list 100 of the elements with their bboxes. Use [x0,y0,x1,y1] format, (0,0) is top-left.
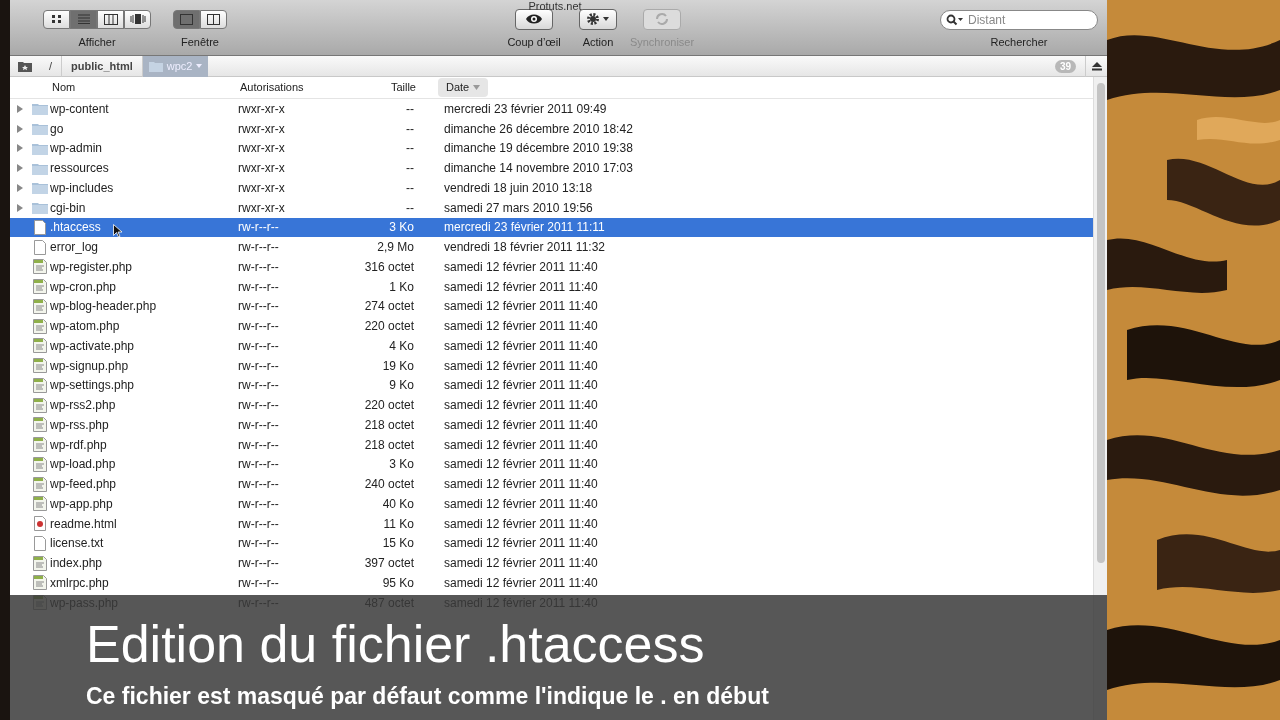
date-cell-text: samedi 12 février 2011 11:40 [444,535,598,553]
date-cell-text: mercredi 23 février 2011 11:11 [444,219,605,237]
file-name: wp-rdf.php [50,437,107,452]
script-file-icon [33,318,47,334]
file-name: wp-feed.php [50,477,117,492]
permissions-cell-text: rw-r--r-- [238,416,280,434]
date-cell-text: samedi 12 février 2011 11:40 [444,436,598,454]
view-mode-button[interactable] [124,9,151,29]
file-name: license.txt [50,536,104,551]
web-file-icon [34,516,46,532]
favorites-folder-icon [18,60,32,72]
size-cell-text: 2,9 Mo [376,239,414,257]
file-name: wp-blog-header.php [50,299,157,314]
permissions-cell-text: rw-r--r-- [238,377,280,395]
file-name: wp-register.php [50,259,133,274]
size-cell-text: -- [405,199,414,217]
size-cell-text: 397 octet [363,555,414,573]
path-crumb[interactable]: / [40,55,63,77]
date-cell-text: samedi 12 février 2011 11:40 [444,377,598,395]
permissions-cell-text: rw-r--r-- [238,239,280,257]
disclosure-triangle-icon[interactable] [17,144,23,153]
toolbar-button[interactable] [515,8,553,30]
size-cell-text: 4 Ko [388,337,414,355]
eject-icon[interactable] [1091,61,1102,71]
file-name: index.php [50,556,103,571]
file-name: wp-cron.php [50,279,117,294]
size-cell-text: 3 Ko [388,456,414,474]
permissions-cell-text: rw-r--r-- [238,219,280,237]
date-cell-text: samedi 12 février 2011 11:40 [444,476,598,494]
permissions-cell-text: rw-r--r-- [238,495,280,513]
size-cell-text: -- [405,179,414,197]
size-cell-text: 218 octet [363,436,414,454]
disclosure-triangle-icon[interactable] [17,183,23,192]
permissions-cell-text: rwxr-xr-x [238,100,286,118]
script-file-icon [33,456,47,472]
size-cell-text: 218 octet [363,416,414,434]
size-cell-text: 240 octet [363,476,414,494]
permissions-cell-text: rw-r--r-- [238,298,280,316]
permissions-cell-text: rwxr-xr-x [238,120,286,138]
permissions-cell-text: rwxr-xr-x [238,160,286,178]
script-file-icon [33,496,47,512]
date-cell-text: samedi 27 mars 2010 19:56 [444,199,593,217]
date-cell-text: samedi 12 février 2011 11:40 [444,357,598,375]
disclosure-triangle-icon[interactable] [17,203,23,212]
script-file-icon [33,259,47,275]
script-file-icon [33,575,47,591]
column-header[interactable]: Date [438,78,489,97]
sort-arrow-icon [473,85,481,90]
date-cell-text: samedi 12 février 2011 11:40 [444,555,598,573]
file-row[interactable]: .htaccess rw-r--r-- 3 Ko mercredi 23 février 2011 11:11 [10,217,1093,238]
toolbar-label: Afficher [78,34,116,50]
size-cell-text: -- [405,120,414,138]
size-cell-text: 3 Ko [388,219,414,237]
file-name: xmlrpc.php [50,575,109,590]
size-cell-text: 1 Ko [388,278,414,296]
search-input[interactable]: Distant [968,10,1088,29]
window-title: Protuts.net [527,0,583,12]
path-crumb[interactable]: public_html [62,55,143,77]
document-icon [34,219,46,235]
script-file-icon [33,279,47,295]
date-cell-text: samedi 12 février 2011 11:40 [444,278,598,296]
date-cell-text: dimanche 14 novembre 2010 17:03 [444,160,633,178]
size-cell-text: 15 Ko [381,535,414,553]
file-name: wp-content [50,101,109,116]
file-name: ressources [50,161,109,176]
disclosure-triangle-icon[interactable] [17,164,23,173]
view-mode-button[interactable] [43,9,70,29]
window-mode-button[interactable] [173,9,200,29]
date-cell-text: samedi 12 février 2011 11:40 [444,495,598,513]
eye-icon [525,13,543,25]
script-file-icon [33,476,47,492]
column-header[interactable]: Nom [52,79,240,96]
folder-icon [32,201,48,215]
gear-icon [586,12,610,26]
single-pane-icon [180,13,193,25]
date-cell-text: dimanche 19 décembre 2010 19:38 [444,140,633,158]
size-cell-text: -- [405,140,414,158]
item-count-badge: 39 [1054,59,1076,73]
view-mode-button[interactable] [70,9,97,29]
script-file-icon [33,555,47,571]
permissions-cell-text: rw-r--r-- [238,535,280,553]
date-cell-text: samedi 12 février 2011 11:40 [444,574,598,592]
disclosure-triangle-icon[interactable] [17,104,23,113]
search-icon [946,13,964,26]
search-field[interactable]: Distant [940,9,1098,30]
window-mode-button[interactable] [200,9,227,29]
disclosure-triangle-icon[interactable] [17,124,23,133]
script-file-icon [33,377,47,393]
toolbar-label: Fenêtre [181,34,219,50]
file-name: wp-includes [50,180,114,195]
size-cell-text: 220 octet [363,318,414,336]
script-file-icon [33,437,47,453]
toolbar-button[interactable] [579,8,617,30]
column-header[interactable]: Autorisations [240,79,350,96]
permissions-cell-text: rwxr-xr-x [238,179,286,197]
permissions-cell-text: rw-r--r-- [238,397,280,415]
permissions-cell-text: rwxr-xr-x [238,140,286,158]
column-header[interactable]: Taille [350,79,416,96]
file-name: wp-app.php [50,496,113,511]
view-mode-button[interactable] [97,9,124,29]
